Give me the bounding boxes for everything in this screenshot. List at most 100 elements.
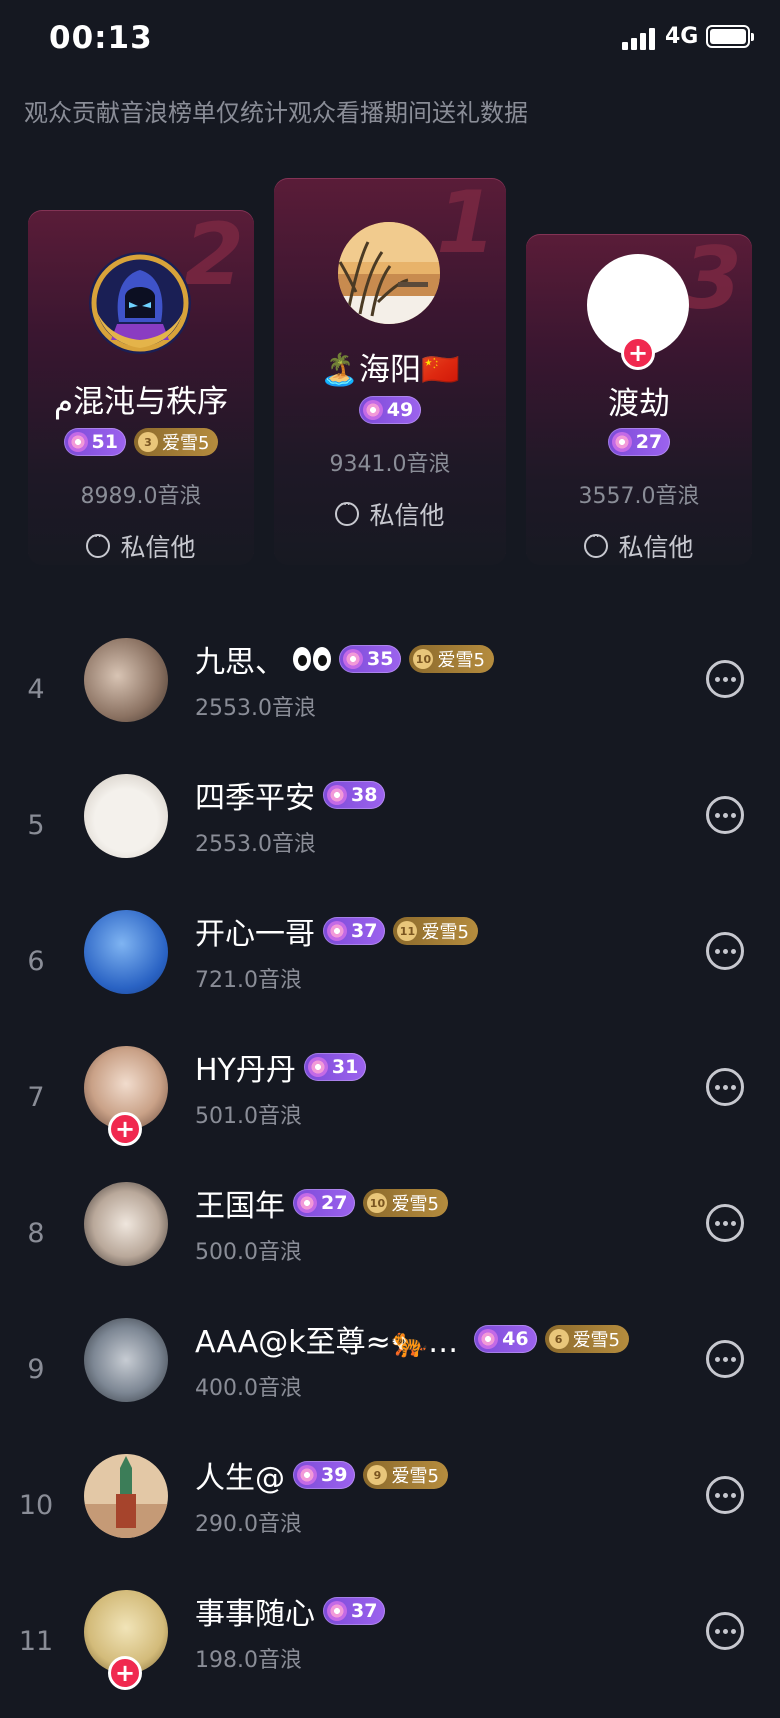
private-message-button[interactable]: 私信他 (526, 528, 752, 564)
podium-card-rank-1[interactable]: 1 🏝️海阳🇨🇳 49 9341.0音浪 私信他 (274, 178, 506, 565)
message-icon (584, 529, 609, 558)
rank-number: 6 (27, 946, 45, 977)
podium-badges: 27 (526, 428, 752, 456)
fan-club-badge: 11 爱雪5 (393, 917, 478, 945)
knight-avatar[interactable] (89, 252, 191, 354)
private-message-button[interactable]: 私信他 (274, 496, 506, 532)
chat-bubble-icon[interactable] (706, 660, 744, 698)
user-score: 290.0音浪 (195, 1512, 302, 1537)
list-item[interactable]: 7 + HY丹丹 31 501.0音浪 (0, 1046, 780, 1174)
chat-bubble-icon[interactable] (706, 796, 744, 834)
fan-club-badge: 10 爱雪5 (409, 645, 494, 673)
podium-score: 8989.0音浪 (80, 484, 202, 509)
ranking-notice: 观众贡献音浪榜单仅统计观众看播期间送礼数据 (24, 99, 528, 127)
gem-icon (343, 649, 363, 669)
list-item[interactable]: 6 开心一哥 37 11 爱雪5 721.0音浪 (0, 910, 780, 1038)
status-bar: 00:13 4G (0, 0, 780, 80)
chat-bubble-icon[interactable] (706, 1068, 744, 1106)
user-name: AAA@k至尊≈🐅… (195, 1325, 459, 1360)
podium-badges: 49 (274, 396, 506, 424)
chat-bubble-icon[interactable] (706, 932, 744, 970)
message-icon (335, 497, 360, 526)
user-avatar[interactable] (84, 1318, 168, 1402)
user-score: 501.0音浪 (195, 1104, 302, 1129)
heart-level-icon: 9 (367, 1465, 388, 1485)
gem-icon (67, 432, 88, 452)
network-type: 4G (665, 24, 699, 49)
list-item[interactable]: 4 九思、 35 10 爱雪5 2553.0音浪 (0, 638, 780, 766)
heart-level-icon: 3 (138, 432, 158, 452)
gem-icon (362, 400, 383, 420)
podium-name: 🏝️海阳🇨🇳 (320, 352, 460, 388)
rank-number: 4 (27, 674, 45, 705)
gem-icon (478, 1329, 499, 1349)
user-score: 2553.0音浪 (195, 832, 316, 857)
level-badge: 37 (323, 917, 386, 945)
chat-bubble-icon[interactable] (706, 1204, 744, 1242)
level-badge: 49 (358, 396, 422, 424)
podium-card-rank-2[interactable]: 2 م混沌与秩序 51 3爱雪5 8989.0音浪 私信他 (28, 210, 254, 565)
level-badge: 39 (293, 1461, 356, 1489)
list-item[interactable]: 8 王国年 27 10 爱雪5 500.0音浪 (0, 1182, 780, 1310)
list-item[interactable]: 5 四季平安 38 2553.0音浪 (0, 774, 780, 902)
chat-bubble-icon[interactable] (706, 1476, 744, 1514)
heart-level-icon: 10 (367, 1193, 388, 1213)
podium-name: م混沌与秩序 (53, 384, 229, 420)
user-score: 400.0音浪 (195, 1376, 302, 1401)
gem-icon (307, 1057, 328, 1077)
level-badge: 35 (339, 645, 402, 673)
rank-number: 9 (27, 1354, 45, 1385)
gem-icon (327, 785, 347, 805)
rank-number: 11 (18, 1626, 54, 1657)
user-name: 四季平安 (195, 781, 315, 816)
list-item[interactable]: 10 人生@ 39 9 爱雪5 290.0音浪 (0, 1454, 780, 1582)
user-avatar[interactable] (84, 774, 168, 858)
podium-score: 9341.0音浪 (329, 452, 451, 477)
user-score: 500.0音浪 (195, 1240, 302, 1265)
gem-icon (327, 1601, 347, 1621)
follow-plus-icon[interactable]: + (621, 336, 655, 370)
list-item[interactable]: 11 + 事事随心 37 198.0音浪 (0, 1590, 780, 1718)
gem-icon (297, 1193, 317, 1213)
rank-number: 5 (27, 810, 45, 841)
podium-rank-number: 3 (682, 234, 742, 329)
message-icon (86, 529, 111, 558)
reeds-sunset-avatar[interactable] (338, 222, 440, 324)
user-avatar[interactable] (84, 1182, 168, 1266)
follow-plus-icon[interactable]: + (108, 1112, 142, 1146)
user-name: 开心一哥 (195, 917, 315, 952)
level-badge: 31 (303, 1053, 367, 1081)
user-score: 198.0音浪 (195, 1648, 302, 1673)
follow-plus-icon[interactable]: + (108, 1656, 142, 1690)
fan-club-badge: 6 爱雪5 (544, 1325, 630, 1353)
podium-rank-number: 2 (184, 210, 244, 305)
podium-score: 3557.0音浪 (578, 484, 700, 509)
rank-number: 7 (27, 1082, 45, 1113)
chat-bubble-icon[interactable] (706, 1340, 744, 1378)
gem-icon (297, 1465, 317, 1485)
private-message-button[interactable]: 私信他 (28, 528, 254, 564)
heart-level-icon: 10 (413, 649, 434, 669)
eyes-emoji-icon (293, 647, 331, 671)
chat-bubble-icon[interactable] (706, 1612, 744, 1650)
user-avatar[interactable] (84, 1454, 168, 1538)
fan-club-badge: 10 爱雪5 (363, 1189, 448, 1217)
user-name: 王国年 (195, 1189, 285, 1224)
user-name: 人生@ (195, 1461, 285, 1496)
level-badge: 46 (474, 1325, 537, 1353)
heart-level-icon: 11 (397, 921, 418, 941)
podium-badges: 51 3 爱雪5 (28, 428, 254, 456)
user-score: 721.0音浪 (195, 968, 302, 993)
user-avatar[interactable] (84, 910, 168, 994)
list-item[interactable]: 9 AAA@k至尊≈🐅… 46 6 爱雪5 400.0音浪 (0, 1318, 780, 1446)
heart-level-icon: 6 (548, 1329, 569, 1349)
user-avatar[interactable] (84, 638, 168, 722)
podium-name: 渡劫 (608, 386, 670, 422)
user-name: HY丹丹 (195, 1053, 296, 1088)
gem-icon (611, 432, 632, 452)
user-name: 九思、 (195, 645, 285, 680)
signal-icon (622, 28, 658, 50)
fan-club-badge: 9 爱雪5 (363, 1461, 448, 1489)
level-badge: 27 (293, 1189, 356, 1217)
podium-card-rank-3[interactable]: 3 + 渡劫 27 3557.0音浪 私信他 (526, 234, 752, 565)
